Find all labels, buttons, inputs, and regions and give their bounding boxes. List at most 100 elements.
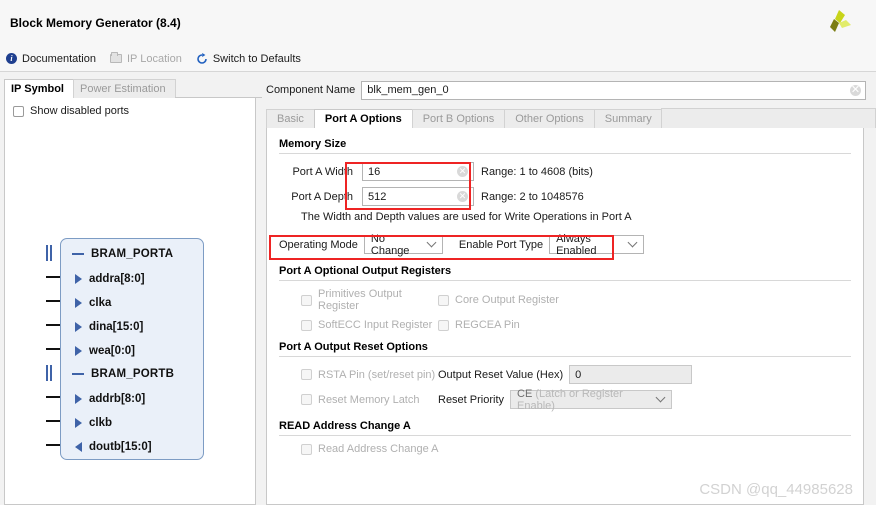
port-a-width-value: 16 [368, 165, 381, 178]
optional-output-registers-title: Port A Optional Output Registers [279, 265, 452, 277]
tab-power-estimation-label: Power Estimation [79, 83, 166, 95]
symbol-port-addra-label: addra[8:0] [89, 273, 145, 285]
pin-stub-clkb [46, 420, 60, 422]
show-disabled-ports-checkbox[interactable] [13, 105, 24, 117]
reset-memory-latch-checkbox[interactable] [301, 394, 312, 405]
xilinx-pinwheel-logo [830, 10, 851, 32]
bus-stub-portb [46, 365, 53, 381]
show-disabled-ports-row[interactable]: Show disabled ports [5, 98, 255, 117]
port-a-depth-range: Range: 2 to 1048576 [481, 190, 584, 203]
tab-port-b-options[interactable]: Port B Options [411, 109, 506, 128]
read-address-change-checkbox[interactable] [301, 443, 312, 455]
switch-to-defaults-button[interactable]: Switch to Defaults [196, 52, 301, 65]
documentation-label: Documentation [22, 52, 96, 65]
port-in-arrow-icon [75, 322, 82, 332]
operating-mode-value: No Change [370, 232, 410, 257]
port-a-options-pane: Memory Size Port A Width 16 ✕ Range: 1 t… [266, 128, 864, 505]
operating-mode-label: Operating Mode [279, 238, 358, 251]
primitives-output-register-row[interactable]: Primitives Output Register [301, 288, 438, 312]
core-output-register-row[interactable]: Core Output Register [438, 288, 559, 312]
port-in-arrow-icon [75, 418, 82, 428]
core-output-register-checkbox[interactable] [438, 294, 449, 306]
component-name-value: blk_mem_gen_0 [367, 84, 449, 96]
main-body: IP Symbol Power Estimation Show disabled… [0, 72, 876, 505]
rsta-pin-checkbox-row[interactable]: RSTA Pin (set/reset pin) [301, 369, 438, 381]
port-a-depth-input[interactable]: 512 ✕ [362, 187, 474, 206]
pin-stub-wea [46, 348, 60, 350]
regcea-pin-checkbox[interactable] [438, 319, 449, 331]
symbol-port-clkb-label: clkb [89, 417, 113, 429]
divider [279, 435, 851, 436]
softecc-input-register-row[interactable]: SoftECC Input Register [301, 319, 438, 331]
tab-ip-symbol[interactable]: IP Symbol [4, 79, 74, 98]
rsta-pin-checkbox[interactable] [301, 369, 312, 380]
chevron-down-icon [426, 237, 437, 248]
reset-priority-select[interactable]: CE (Latch or Register Enable) [510, 387, 673, 412]
chevron-down-icon [655, 392, 666, 403]
symbol-port-clka: clka [61, 291, 203, 315]
tab-summary-label: Summary [604, 113, 652, 125]
tab-power-estimation[interactable]: Power Estimation [72, 79, 176, 98]
tab-port-a-options[interactable]: Port A Options [313, 109, 413, 128]
component-name-row: Component Name blk_mem_gen_0 ✕ [262, 79, 876, 101]
read-address-change-label: Read Address Change A [318, 443, 439, 455]
memory-size-title: Memory Size [279, 138, 347, 150]
port-a-depth-label: Port A Depth [291, 190, 353, 203]
softecc-input-register-checkbox[interactable] [301, 319, 312, 331]
enable-port-type-select[interactable]: Always Enabled [549, 232, 645, 257]
port-in-arrow-icon [75, 394, 82, 404]
primitives-output-register-checkbox[interactable] [301, 294, 312, 306]
reset-memory-latch-row: Reset Memory Latch Reset Priority CE (La… [301, 387, 851, 412]
enable-port-type-value: Always Enabled [556, 232, 597, 257]
documentation-button[interactable]: i Documentation [6, 53, 96, 65]
pin-stub-doutb [46, 444, 60, 446]
read-address-change-row[interactable]: Read Address Change A [301, 443, 851, 455]
pin-stub-clka [46, 300, 60, 302]
symbol-port-dina-label: dina[15:0] [89, 321, 144, 333]
tab-port-a-options-label: Port A Options [324, 113, 402, 125]
port-a-width-range: Range: 1 to 4608 (bits) [481, 165, 593, 178]
output-reset-value-input[interactable]: 0 [569, 365, 693, 384]
port-a-width-input[interactable]: 16 ✕ [362, 162, 474, 181]
reset-priority-label: Reset Priority [438, 393, 505, 406]
port-in-arrow-icon [75, 346, 82, 356]
regcea-pin-row[interactable]: REGCEA Pin [438, 319, 520, 331]
core-output-register-label: Core Output Register [455, 294, 559, 306]
tab-summary[interactable]: Summary [593, 109, 663, 128]
output-registers-row-1: Primitives Output Register Core Output R… [301, 288, 851, 312]
clear-circle-icon[interactable]: ✕ [850, 84, 861, 96]
symbol-group-portb-label: BRAM_PORTB [91, 368, 175, 380]
symbol-port-dina: dina[15:0] [61, 315, 203, 339]
group-dash-icon [72, 253, 84, 255]
component-name-input[interactable]: blk_mem_gen_0 ✕ [361, 80, 866, 100]
operating-mode-select[interactable]: No Change [363, 232, 443, 257]
clear-circle-icon[interactable]: ✕ [457, 191, 468, 202]
ip-location-button[interactable]: IP Location [110, 52, 182, 65]
regcea-pin-label: REGCEA Pin [455, 319, 520, 331]
symbol-port-clkb: clkb [61, 411, 203, 435]
symbol-port-clka-label: clka [89, 297, 112, 309]
port-out-arrow-icon [75, 442, 82, 452]
reset-memory-latch-checkbox-row[interactable]: Reset Memory Latch [301, 394, 438, 406]
pin-stub-dina [46, 324, 60, 326]
ip-symbol-panel: Show disabled ports BRAM_PORTA addra[8:0… [4, 98, 256, 505]
ip-symbol-diagram: BRAM_PORTA addra[8:0] clka dina[15:0] we… [5, 130, 255, 504]
divider [279, 153, 851, 154]
window-title: Block Memory Generator (8.4) [10, 16, 181, 30]
switch-to-defaults-label: Switch to Defaults [212, 52, 301, 65]
clear-circle-icon[interactable]: ✕ [457, 166, 468, 177]
port-in-arrow-icon [75, 298, 82, 308]
bus-stub-porta [46, 245, 53, 261]
show-disabled-ports-label: Show disabled ports [30, 105, 130, 117]
tab-other-options[interactable]: Other Options [504, 109, 595, 128]
left-tabs-filler [174, 79, 262, 98]
enable-port-type-label: Enable Port Type [458, 238, 544, 251]
operating-mode-row: Operating Mode No Change Enable Port Typ… [279, 232, 851, 257]
reset-priority-value-detail: (Latch or Register Enable) [517, 387, 623, 412]
tab-basic[interactable]: Basic [266, 109, 315, 128]
symbol-port-doutb: doutb[15:0] [61, 435, 203, 459]
pin-stub-addra [46, 276, 60, 278]
tab-basic-label: Basic [277, 113, 304, 125]
rsta-pin-row: RSTA Pin (set/reset pin) Output Reset Va… [301, 364, 851, 385]
port-in-arrow-icon [75, 274, 82, 284]
